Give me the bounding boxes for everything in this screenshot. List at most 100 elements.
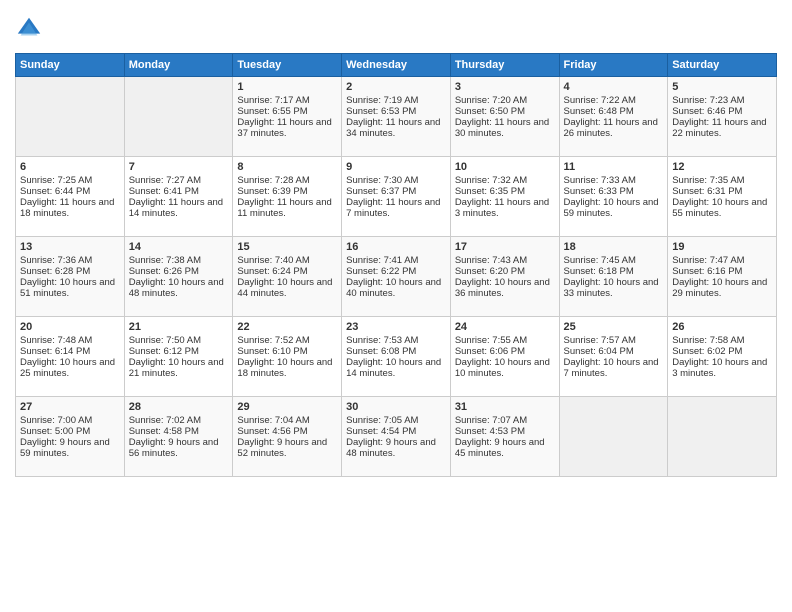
sunrise-text: Sunrise: 7:22 AM [564,95,664,106]
daylight-text: Daylight: 11 hours and 18 minutes. [20,197,120,219]
sunrise-text: Sunrise: 7:47 AM [672,255,772,266]
day-number: 17 [455,241,555,253]
daylight-text: Daylight: 10 hours and 18 minutes. [237,357,337,379]
calendar-cell [124,77,233,157]
calendar-day-header: Monday [124,54,233,77]
sunrise-text: Sunrise: 7:50 AM [129,335,229,346]
sunset-text: Sunset: 6:31 PM [672,186,772,197]
calendar-cell: 16Sunrise: 7:41 AMSunset: 6:22 PMDayligh… [342,237,451,317]
day-number: 3 [455,81,555,93]
day-number: 5 [672,81,772,93]
daylight-text: Daylight: 10 hours and 55 minutes. [672,197,772,219]
daylight-text: Daylight: 10 hours and 44 minutes. [237,277,337,299]
day-number: 4 [564,81,664,93]
calendar-cell: 9Sunrise: 7:30 AMSunset: 6:37 PMDaylight… [342,157,451,237]
calendar-cell: 6 Sunrise: 7:25 AMSunset: 6:44 PMDaylight… [16,157,125,237]
daylight-text: Daylight: 10 hours and 21 minutes. [129,357,229,379]
sunset-text: Sunset: 6:24 PM [237,266,337,277]
calendar-cell: 18Sunrise: 7:45 AMSunset: 6:18 PMDayligh… [559,237,668,317]
day-number: 14 [129,241,229,253]
daylight-text: Daylight: 11 hours and 30 minutes. [455,117,555,139]
calendar-cell: 17Sunrise: 7:43 AMSunset: 6:20 PMDayligh… [450,237,559,317]
calendar-day-header: Friday [559,54,668,77]
calendar-cell: 1Sunrise: 7:17 AMSunset: 6:55 PMDaylight… [233,77,342,157]
calendar-cell: 29Sunrise: 7:04 AMSunset: 4:56 PMDayligh… [233,397,342,477]
sunset-text: Sunset: 4:54 PM [346,426,446,437]
sunset-text: Sunset: 6:18 PM [564,266,664,277]
day-number: 22 [237,321,337,333]
sunset-text: Sunset: 6:48 PM [564,106,664,117]
calendar-day-header: Wednesday [342,54,451,77]
day-number: 12 [672,161,772,173]
sunrise-text: Sunrise: 7:36 AM [20,255,120,266]
sunset-text: Sunset: 6:20 PM [455,266,555,277]
sunset-text: Sunset: 4:58 PM [129,426,229,437]
daylight-text: Daylight: 10 hours and 14 minutes. [346,357,446,379]
sunset-text: Sunset: 6:41 PM [129,186,229,197]
daylight-text: Daylight: 11 hours and 26 minutes. [564,117,664,139]
day-number: 2 [346,81,446,93]
calendar-cell: 30Sunrise: 7:05 AMSunset: 4:54 PMDayligh… [342,397,451,477]
sunset-text: Sunset: 4:53 PM [455,426,555,437]
calendar-cell [559,397,668,477]
calendar-week-row: 6Sunrise: 7:25 AMSunset: 6:44 PMDaylight… [16,157,777,237]
sunrise-text: Sunrise: 7:25 AM [20,175,120,186]
calendar-week-row: 27Sunrise: 7:00 AMSunset: 5:00 PMDayligh… [16,397,777,477]
daylight-text: Daylight: 10 hours and 48 minutes. [129,277,229,299]
day-number: 1 [237,81,337,93]
calendar-header-row: SundayMondayTuesdayWednesdayThursdayFrid… [16,54,777,77]
calendar-cell: 23Sunrise: 7:53 AMSunset: 6:08 PMDayligh… [342,317,451,397]
sunset-text: Sunset: 6:53 PM [346,106,446,117]
page: SundayMondayTuesdayWednesdayThursdayFrid… [0,0,792,612]
sunset-text: Sunset: 6:35 PM [455,186,555,197]
calendar-cell: 24Sunrise: 7:55 AMSunset: 6:06 PMDayligh… [450,317,559,397]
daylight-text: Daylight: 11 hours and 3 minutes. [455,197,555,219]
day-number: 30 [346,401,446,413]
daylight-text: Daylight: 9 hours and 45 minutes. [455,437,555,459]
daylight-text: Daylight: 9 hours and 56 minutes. [129,437,229,459]
sunset-text: Sunset: 6:04 PM [564,346,664,357]
sunset-text: Sunset: 6:16 PM [672,266,772,277]
calendar-cell: 28Sunrise: 7:02 AMSunset: 4:58 PMDayligh… [124,397,233,477]
sunrise-text: Sunrise: 7:30 AM [346,175,446,186]
calendar-week-row: 1Sunrise: 7:17 AMSunset: 6:55 PMDaylight… [16,77,777,157]
sunset-text: Sunset: 6:06 PM [455,346,555,357]
daylight-text: Daylight: 10 hours and 29 minutes. [672,277,772,299]
daylight-text: Daylight: 11 hours and 37 minutes. [237,117,337,139]
day-number: 27 [20,401,120,413]
day-number: 28 [129,401,229,413]
calendar-cell: 31 Sunrise: 7:07 AMSunset: 4:53 PMDayligh… [450,397,559,477]
sunrise-text: Sunrise: 7:04 AM [237,415,337,426]
calendar-cell: 20Sunrise: 7:48 AMSunset: 6:14 PMDayligh… [16,317,125,397]
calendar-week-row: 20Sunrise: 7:48 AMSunset: 6:14 PMDayligh… [16,317,777,397]
day-number: 6 [20,161,120,173]
day-number: 31 [455,401,555,413]
calendar-cell: 4 Sunrise: 7:22 AMSunset: 6:48 PMDaylight… [559,77,668,157]
day-number: 24 [455,321,555,333]
calendar-cell: 12Sunrise: 7:35 AMSunset: 6:31 PMDayligh… [668,157,777,237]
sunrise-text: Sunrise: 7:43 AM [455,255,555,266]
calendar-cell [668,397,777,477]
day-number: 11 [564,161,664,173]
sunset-text: Sunset: 4:56 PM [237,426,337,437]
calendar-cell: 22Sunrise: 7:52 AMSunset: 6:10 PMDayligh… [233,317,342,397]
sunset-text: Sunset: 6:33 PM [564,186,664,197]
daylight-text: Daylight: 10 hours and 25 minutes. [20,357,120,379]
calendar-cell: 19Sunrise: 7:47 AMSunset: 6:16 PMDayligh… [668,237,777,317]
sunset-text: Sunset: 6:44 PM [20,186,120,197]
daylight-text: Daylight: 10 hours and 59 minutes. [564,197,664,219]
sunrise-text: Sunrise: 7:38 AM [129,255,229,266]
sunrise-text: Sunrise: 7:53 AM [346,335,446,346]
day-number: 15 [237,241,337,253]
daylight-text: Daylight: 10 hours and 10 minutes. [455,357,555,379]
day-number: 16 [346,241,446,253]
calendar-cell [16,77,125,157]
day-number: 25 [564,321,664,333]
calendar-cell: 27Sunrise: 7:00 AMSunset: 5:00 PMDayligh… [16,397,125,477]
sunrise-text: Sunrise: 7:17 AM [237,95,337,106]
calendar-cell: 5Sunrise: 7:23 AMSunset: 6:46 PMDaylight… [668,77,777,157]
daylight-text: Daylight: 11 hours and 14 minutes. [129,197,229,219]
day-number: 8 [237,161,337,173]
sunset-text: Sunset: 6:37 PM [346,186,446,197]
sunrise-text: Sunrise: 7:07 AM [455,415,555,426]
